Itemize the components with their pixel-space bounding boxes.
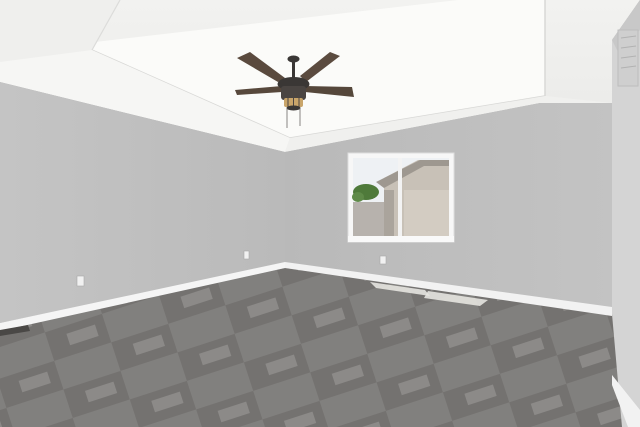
outlet <box>76 275 85 287</box>
room-illustration <box>0 0 640 427</box>
outlet-2 <box>243 250 250 260</box>
room-photo <box>0 0 640 427</box>
outlet-3 <box>379 255 387 265</box>
window <box>347 152 455 243</box>
